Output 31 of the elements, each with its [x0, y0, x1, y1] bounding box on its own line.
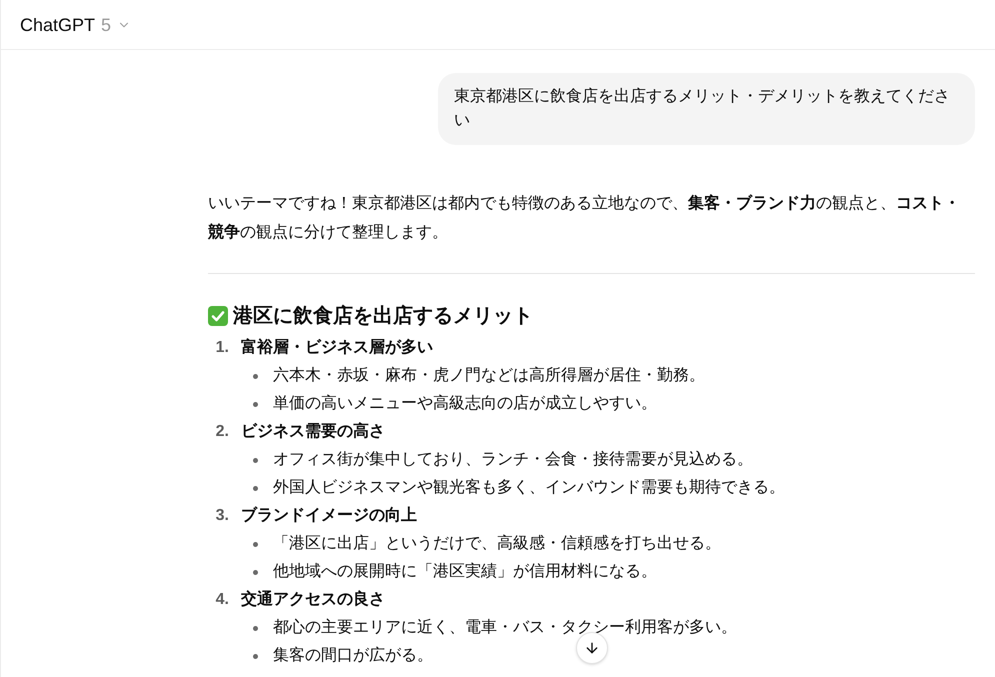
- list-number: 4.: [216, 590, 229, 610]
- bullet-text: 「港区に出店」というだけで、高級感・信頼感を打ち出せる。: [273, 534, 721, 554]
- bullet-icon: [253, 570, 258, 574]
- bullet-icon: [253, 654, 258, 658]
- bullet-text: 他地域への展開時に「港区実績」が信用材料になる。: [273, 562, 657, 582]
- list-number: 2.: [216, 422, 229, 442]
- list-item-title: 富裕層・ビジネス層が多い: [241, 337, 433, 358]
- arrow-down-icon: [584, 640, 600, 656]
- check-square-icon: [208, 306, 228, 326]
- bullet-icon: [253, 458, 258, 462]
- list-item-title: ビジネス需要の高さ: [241, 421, 385, 442]
- list-number: 3.: [216, 506, 229, 526]
- list-item-title: ブランドイメージの向上: [241, 505, 417, 526]
- section-heading: 港区に飲食店を出店するメリット: [233, 304, 533, 329]
- scroll-down-button[interactable]: [576, 632, 608, 664]
- bullet-icon: [253, 374, 258, 378]
- bullet-text: オフィス街が集中しており、ランチ・会食・接待需要が見込める。: [273, 450, 753, 470]
- bullet-text: 単価の高いメニューや高級志向の店が成立しやすい。: [273, 394, 657, 414]
- user-message-bubble: 東京都港区に飲食店を出店するメリット・デメリットを教えてください: [438, 73, 975, 145]
- list-number: 1.: [216, 338, 229, 358]
- bullet-text: 都心の主要エリアに近く、電車・バス・タクシー利用客が多い。: [273, 618, 737, 638]
- bullet-icon: [253, 542, 258, 546]
- bullet-text: 集客の間口が広がる。: [273, 646, 433, 666]
- model-selector[interactable]: ChatGPT 5: [20, 12, 132, 36]
- bullet-icon: [253, 402, 258, 406]
- bullet-text: 六本木・赤坂・麻布・虎ノ門などは高所得層が居住・勤務。: [273, 366, 705, 386]
- bullet-text: 外国人ビジネスマンや観光客も多く、インバウンド需要も期待できる。: [273, 478, 785, 498]
- bullet-icon: [253, 486, 258, 490]
- list-item-title: 交通アクセスの良さ: [241, 589, 385, 610]
- bullet-icon: [253, 626, 258, 630]
- assistant-paragraph: いいテーマですね！東京都港区は都内でも特徴のある立地なので、集客・ブランド力の観点と、コスト・競争の観点に分けて整理します。: [208, 193, 961, 243]
